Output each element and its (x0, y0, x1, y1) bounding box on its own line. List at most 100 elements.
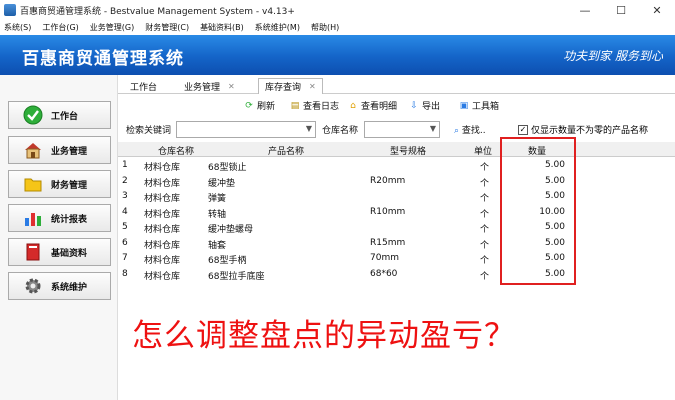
table-row[interactable]: 2 材料仓库 缓冲垫 R20mm 个 5.00 (118, 174, 675, 190)
minimize-button[interactable]: — (567, 0, 603, 20)
menu-business[interactable]: 业务管理(G) (90, 22, 134, 33)
cell-unit: 个 (480, 194, 490, 204)
cell-spec: R15mm (370, 237, 406, 248)
toolbar: ⟳ 刷新 ▤ 查看日志 ⌂ 查看明细 ⇩ 导出 ▣ 工具箱 (118, 96, 675, 115)
detail-icon: ⌂ (350, 100, 356, 111)
menu-system[interactable]: 系统(S) (4, 22, 31, 33)
window-title: 百惠商贸通管理系统 - Bestvalue Management System … (20, 6, 295, 17)
cell-product: 缓冲垫螺母 (208, 225, 254, 235)
cell-unit: 个 (480, 271, 490, 282)
overlay-caption: 怎么调整盘点的异动盈亏？ (132, 318, 516, 354)
menu-basic-data[interactable]: 基础资料(B) (200, 22, 244, 33)
nonzero-label: 仅显示数量不为零的产品名称 (531, 126, 649, 136)
cell-no: 7 (122, 253, 128, 263)
sidebar-item-finance[interactable]: 财务管理 (8, 170, 111, 198)
toolbox-label: 工具箱 (472, 102, 500, 112)
table-row[interactable]: 7 材料仓库 68型手柄 70mm 个 5.00 (118, 251, 675, 267)
app-logo-icon (4, 4, 16, 16)
cell-no: 2 (122, 175, 128, 186)
sidebar-item-label: 工作台 (51, 111, 79, 122)
view-log-label: 查看日志 (303, 102, 340, 112)
cell-product: 68型手柄 (208, 256, 247, 266)
menu-bar: 系统(S) 工作台(G) 业务管理(G) 财务管理(C) 基础资料(B) 系统维… (0, 20, 675, 35)
search-button[interactable]: ⌕ 查找.. (454, 123, 486, 136)
table-row[interactable]: 4 材料仓库 转轴 R10mm 个 10.00 (118, 205, 675, 221)
filter-bar: 检索关键词 ▼ 仓库名称 ▼ ⌕ 查找.. ✓ 仅显示数量不为零的产品名称 (118, 121, 675, 139)
column-header-spec[interactable]: 型号规格 (390, 144, 426, 157)
sidebar-item-workbench[interactable]: 工作台 (8, 101, 111, 129)
search-icon: ⌕ (454, 126, 462, 136)
close-icon[interactable]: ✕ (228, 82, 235, 91)
toolbox-button[interactable]: ▣ 工具箱 (459, 98, 499, 113)
table-row[interactable]: 3 材料仓库 弹簧个 5.00 (118, 189, 675, 205)
check-circle-icon (23, 105, 43, 125)
menu-workbench[interactable]: 工作台(G) (42, 22, 78, 33)
tab-inventory-query[interactable]: 库存查询 ✕ (258, 78, 323, 94)
cell-warehouse: 材料仓库 (144, 271, 181, 282)
view-detail-button[interactable]: ⌂ 查看明细 (348, 98, 397, 113)
cell-no: 4 (122, 206, 128, 217)
tab-label: 工作台 (130, 82, 158, 93)
column-header-unit[interactable]: 单位 (474, 144, 492, 157)
table-row[interactable]: 6 材料仓库 轴套 R15mm 个 5.00 (118, 236, 675, 252)
menu-maintenance[interactable]: 系统维护(M) (255, 22, 300, 33)
export-button[interactable]: ⇩ 导出 (409, 98, 440, 113)
cell-no: 1 (122, 160, 128, 170)
bar-chart-icon (23, 208, 43, 228)
house-icon (23, 140, 43, 160)
warehouse-select[interactable]: ▼ (364, 121, 440, 138)
cell-no: 5 (122, 222, 128, 232)
nonzero-checkbox[interactable]: ✓ 仅显示数量不为零的产品名称 (518, 123, 648, 136)
gear-icon (23, 276, 43, 296)
quantity-highlight-box (500, 137, 576, 285)
sidebar-item-business[interactable]: 业务管理 (8, 136, 111, 164)
sidebar: 工作台 业务管理 财务管理 统计报表 基础资料 系统维护 (0, 75, 118, 400)
column-header-product[interactable]: 产品名称 (268, 144, 304, 157)
cell-unit: 个 (480, 163, 490, 173)
table-row[interactable]: 5 材料仓库 缓冲垫螺母个 5.00 (118, 220, 675, 236)
window-titlebar: 百惠商贸通管理系统 - Bestvalue Management System … (0, 0, 675, 20)
sidebar-item-basic-data[interactable]: 基础资料 (8, 238, 111, 266)
chevron-down-icon[interactable]: ▼ (430, 124, 436, 133)
sidebar-item-label: 业务管理 (51, 146, 88, 157)
app-banner: 百惠商贸通管理系统 功夫到家 服务到心 (0, 35, 675, 75)
cell-product: 轴套 (208, 240, 227, 251)
table-row[interactable]: 8 材料仓库 68型拉手底座 68*60 个 5.00 (118, 267, 675, 283)
refresh-button[interactable]: ⟳ 刷新 (244, 98, 275, 113)
cell-product: 弹簧 (208, 194, 227, 204)
cell-product: 68型锁止 (208, 163, 247, 173)
cell-unit: 个 (480, 240, 490, 251)
cell-warehouse: 材料仓库 (144, 256, 181, 266)
cell-warehouse: 材料仓库 (144, 178, 181, 189)
tab-label: 库存查询 (265, 83, 302, 93)
maximize-button[interactable]: ☐ (603, 0, 639, 20)
sidebar-item-label: 财务管理 (51, 180, 88, 191)
cell-no: 8 (122, 268, 128, 279)
cell-no: 6 (122, 237, 128, 248)
cell-unit: 个 (480, 209, 490, 220)
tab-workbench[interactable]: 工作台 (130, 78, 157, 94)
refresh-label: 刷新 (257, 102, 276, 112)
view-log-button[interactable]: ▤ 查看日志 (290, 98, 339, 113)
menu-finance[interactable]: 财务管理(C) (145, 22, 189, 33)
table-row[interactable]: 1 材料仓库 68型锁止个 5.00 (118, 158, 675, 174)
folder-icon (23, 174, 43, 194)
tab-business[interactable]: 业务管理 ✕ (184, 78, 235, 94)
cell-product: 缓冲垫 (208, 178, 236, 189)
menu-help[interactable]: 帮助(H) (311, 22, 339, 33)
checkbox-box[interactable]: ✓ (518, 124, 528, 135)
cell-warehouse: 材料仓库 (144, 240, 181, 251)
close-button[interactable]: ✕ (639, 0, 675, 20)
keyword-input[interactable]: ▼ (176, 121, 316, 138)
sidebar-item-label: 基础资料 (51, 248, 88, 259)
cell-no: 3 (122, 191, 128, 201)
column-header-warehouse[interactable]: 仓库名称 (158, 144, 194, 157)
sidebar-item-maintenance[interactable]: 系统维护 (8, 272, 111, 300)
cell-unit: 个 (480, 178, 490, 189)
cell-warehouse: 材料仓库 (144, 163, 181, 173)
close-icon[interactable]: ✕ (309, 82, 316, 91)
chevron-down-icon[interactable]: ▼ (306, 124, 312, 133)
tab-bar: 工作台 业务管理 ✕ 库存查询 ✕ (118, 75, 675, 94)
keyword-label: 检索关键词 (126, 126, 172, 136)
sidebar-item-reports[interactable]: 统计报表 (8, 204, 111, 232)
